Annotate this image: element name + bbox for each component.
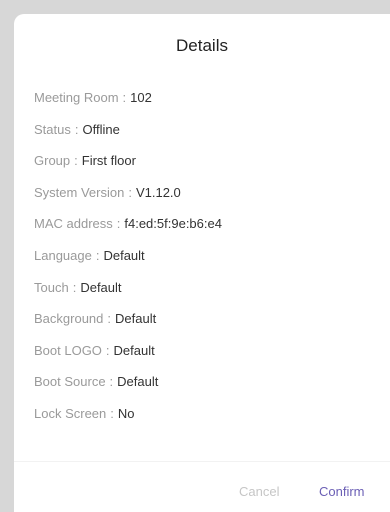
detail-row-background: Background: Default — [34, 309, 222, 341]
detail-separator: : — [72, 279, 77, 295]
detail-row-group: Group: First floor — [34, 151, 222, 183]
detail-row-touch: Touch: Default — [34, 278, 222, 310]
detail-separator: : — [74, 121, 79, 137]
detail-value: Default — [113, 342, 155, 358]
dialog-title: Details — [176, 36, 228, 55]
detail-label: Background — [34, 311, 104, 327]
detail-value: Default — [115, 311, 157, 327]
detail-separator: : — [109, 374, 114, 390]
detail-row-language: Language: Default — [34, 246, 222, 278]
footer-divider — [14, 461, 390, 462]
detail-row-boot-source: Boot Source: Default — [34, 372, 222, 404]
detail-value: Default — [117, 374, 159, 390]
detail-label: Lock Screen — [34, 405, 107, 421]
detail-separator: : — [74, 153, 78, 169]
detail-label: Boot Source — [34, 374, 106, 390]
detail-separator: : — [116, 216, 121, 232]
detail-label: Touch — [34, 279, 69, 295]
detail-label: MAC address — [34, 216, 113, 232]
detail-label: System Version — [34, 184, 125, 200]
details-dialog: Details Meeting Room:102 Status: Offline … — [14, 14, 390, 512]
detail-value: Offline — [82, 121, 120, 137]
detail-label: Meeting Room — [34, 90, 119, 105]
detail-value: V1.12.0 — [135, 184, 181, 200]
detail-row-meeting-room: Meeting Room:102 — [34, 88, 222, 120]
detail-label: Boot LOGO — [34, 342, 102, 358]
detail-label: Group — [34, 153, 71, 169]
detail-value: Default — [103, 247, 145, 263]
detail-label: Language — [34, 247, 92, 263]
detail-separator: : — [107, 311, 112, 327]
details-list: Meeting Room:102 Status: Offline Group: Fi… — [34, 88, 222, 436]
detail-separator: : — [105, 342, 110, 358]
detail-separator: : — [128, 184, 132, 200]
detail-row-status: Status: Offline — [34, 120, 222, 152]
detail-value: No — [117, 405, 135, 421]
detail-separator: : — [95, 247, 100, 263]
detail-row-lock-screen: Lock Screen: No — [34, 404, 222, 436]
detail-value: First floor — [81, 153, 136, 169]
detail-value: f4:ed:5f:9e:b6:e4 — [124, 216, 222, 232]
detail-value: Default — [80, 279, 122, 295]
confirm-button[interactable]: Confirm — [319, 484, 365, 499]
detail-row-mac-address: MAC address: f4:ed:5f:9e:b6:e4 — [34, 214, 222, 246]
detail-label: Status — [34, 121, 71, 137]
cancel-button[interactable]: Cancel — [239, 484, 279, 499]
detail-row-system-version: System Version: V1.12.0 — [34, 183, 222, 215]
detail-separator: : — [122, 90, 127, 105]
detail-separator: : — [110, 405, 114, 421]
detail-row-boot-logo: Boot LOGO: Default — [34, 341, 222, 373]
detail-value: 102 — [130, 90, 152, 105]
